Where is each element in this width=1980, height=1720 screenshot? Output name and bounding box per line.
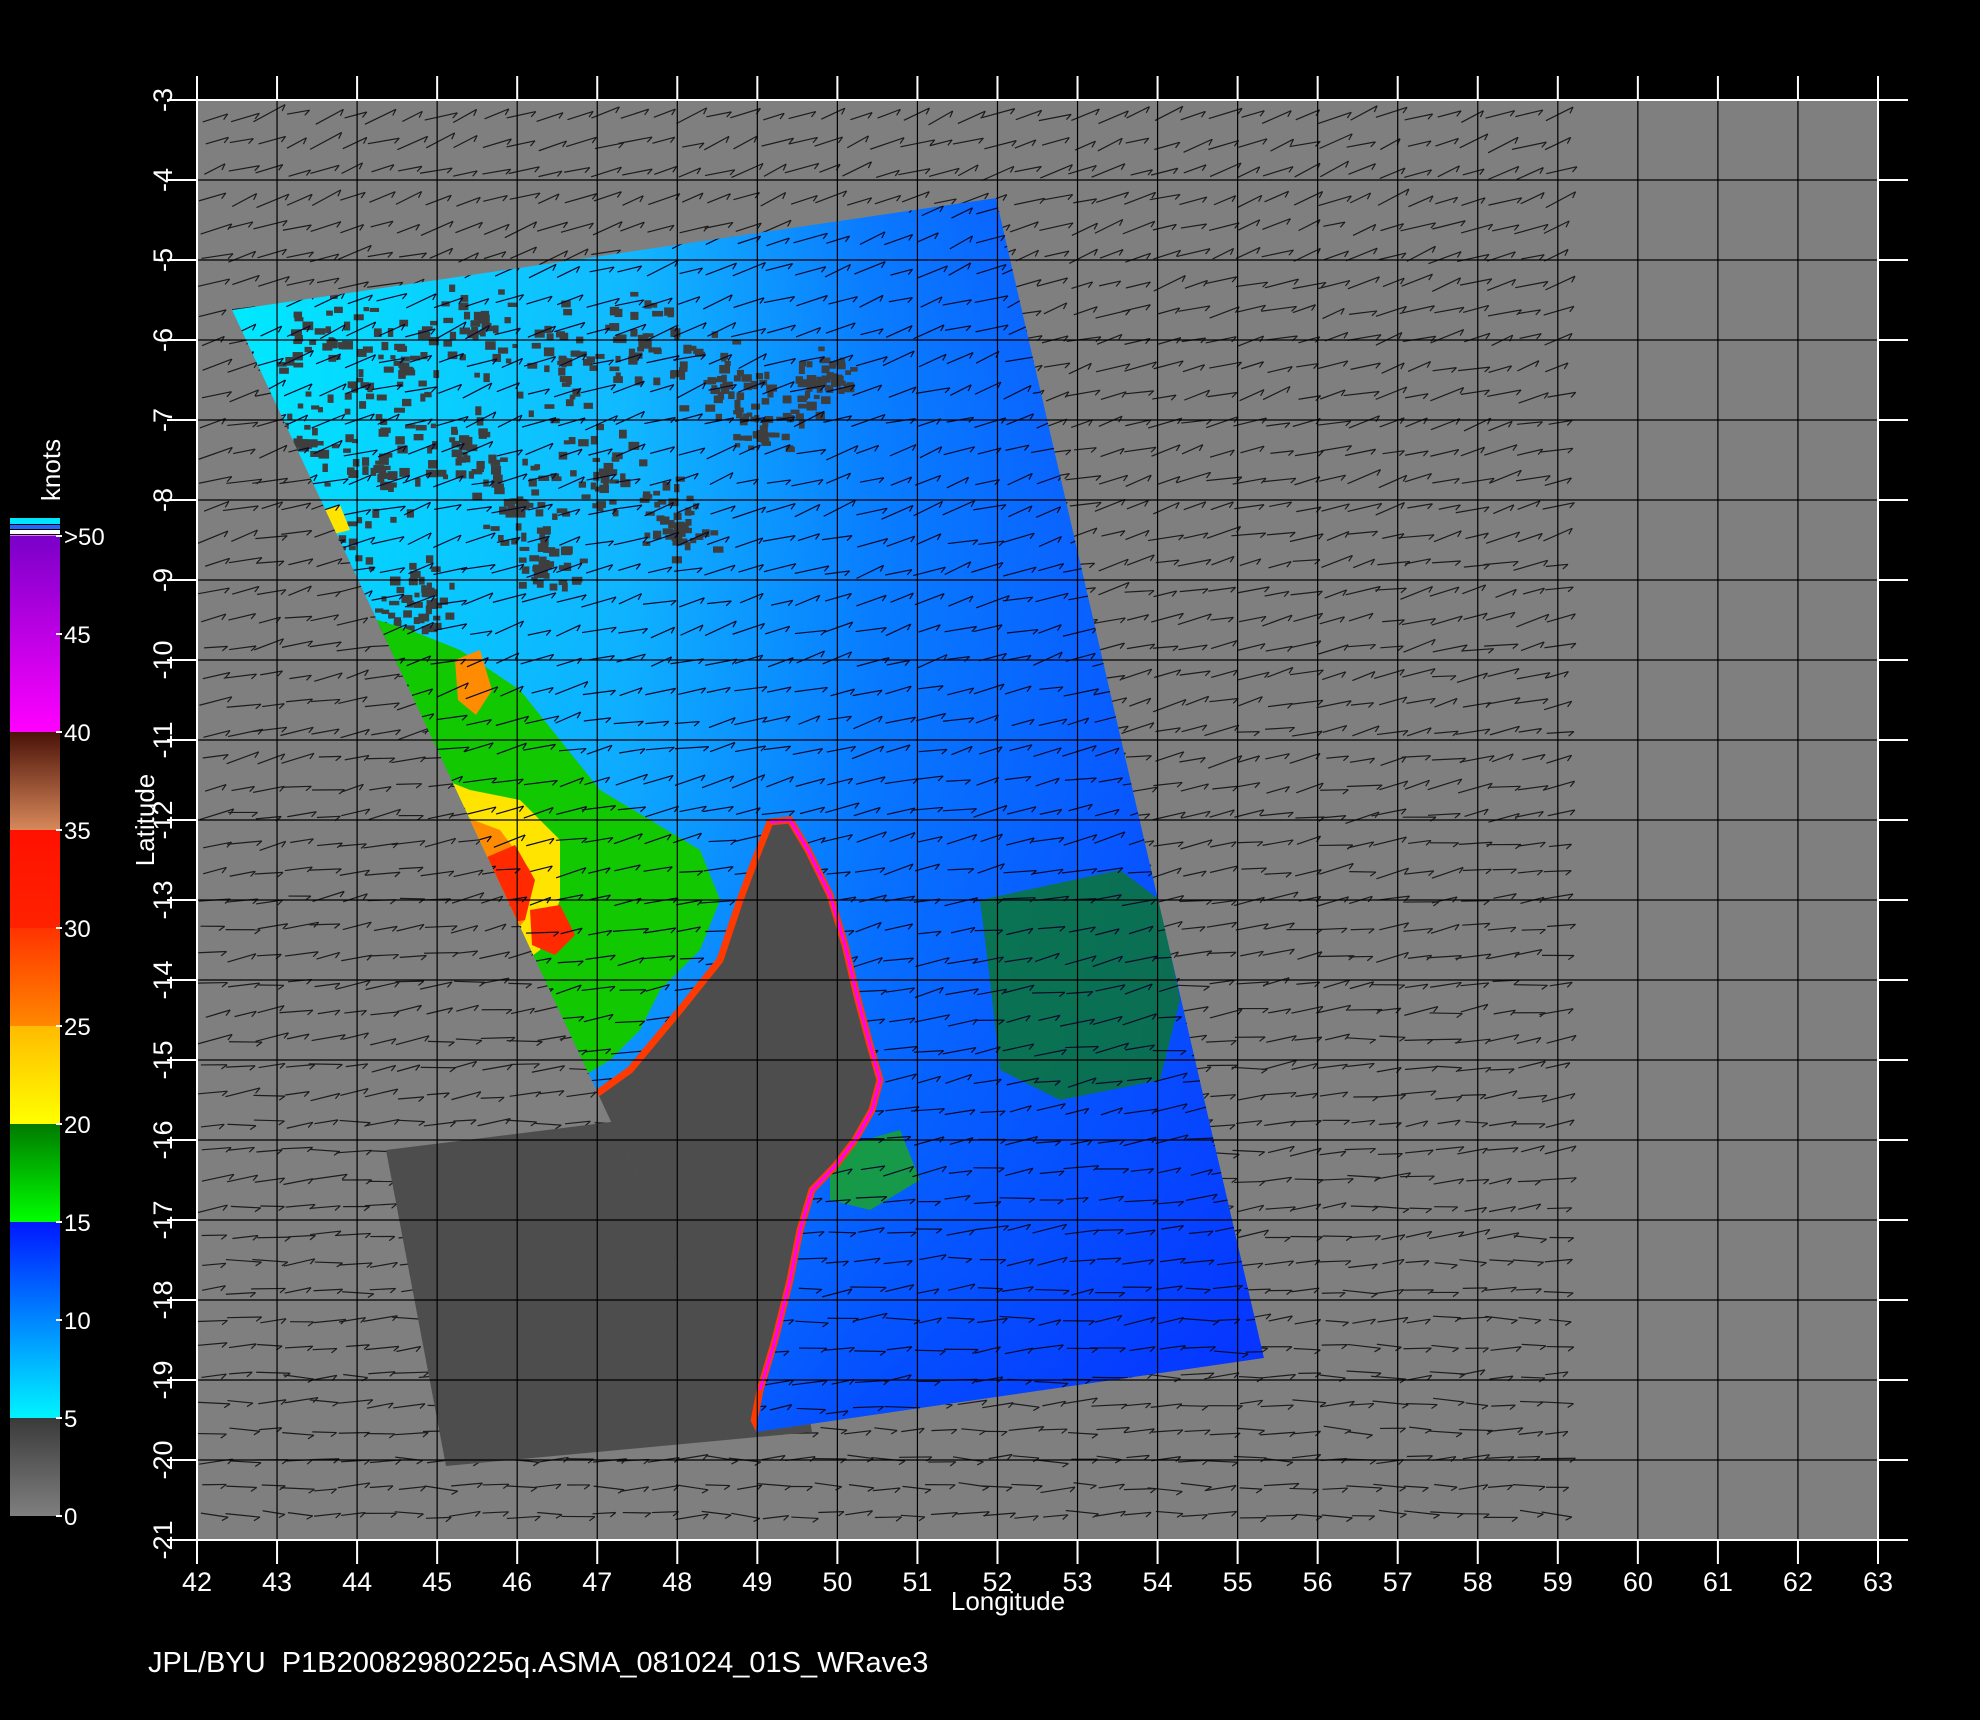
x-tick-label: 49 bbox=[742, 1567, 772, 1597]
x-tick-label: 44 bbox=[342, 1567, 372, 1597]
colorbar-label: 10 bbox=[64, 1308, 91, 1335]
colorbar-band bbox=[10, 1418, 60, 1516]
y-tick-label: -4 bbox=[148, 168, 178, 192]
colorbar-band bbox=[10, 1026, 60, 1124]
x-tick-label: 62 bbox=[1783, 1567, 1813, 1597]
y-tick-label: -8 bbox=[148, 488, 178, 512]
x-tick-label: 45 bbox=[422, 1567, 452, 1597]
colorbar-band bbox=[10, 536, 60, 732]
y-tick-label: -14 bbox=[148, 960, 178, 999]
x-tick-label: 53 bbox=[1063, 1567, 1093, 1597]
x-tick-label: 57 bbox=[1383, 1567, 1413, 1597]
y-tick-label: -21 bbox=[148, 1520, 178, 1559]
x-tick-label: 50 bbox=[822, 1567, 852, 1597]
colorbar-label: 35 bbox=[64, 818, 91, 845]
colorbar: knots >50 45 40 35 30 25 20 15 10 5 0 bbox=[10, 439, 105, 1531]
y-tick-label: -7 bbox=[148, 408, 178, 432]
colorbar-label: 45 bbox=[64, 622, 91, 649]
x-tick-label: 54 bbox=[1143, 1567, 1173, 1597]
x-axis-label: Longitude bbox=[951, 1586, 1065, 1616]
colorbar-band bbox=[10, 830, 60, 928]
x-tick-label: 46 bbox=[502, 1567, 532, 1597]
y-tick-label: -3 bbox=[148, 88, 178, 112]
y-tick-label: -18 bbox=[148, 1280, 178, 1319]
colorbar-label: 5 bbox=[64, 1406, 77, 1433]
colorbar-title: knots bbox=[36, 439, 66, 501]
colorbar-band bbox=[10, 928, 60, 1026]
y-tick-label: -19 bbox=[148, 1360, 178, 1399]
x-tick-label: 61 bbox=[1703, 1567, 1733, 1597]
colorbar-label: 25 bbox=[64, 1014, 91, 1041]
wind-map: 42 43 44 45 46 47 48 49 50 51 52 53 54 55 56 57 58 59 60 61… bbox=[10, 76, 1908, 1679]
x-tick-label: 47 bbox=[582, 1567, 612, 1597]
x-tick-label: 51 bbox=[902, 1567, 932, 1597]
x-tick-label: 42 bbox=[182, 1567, 212, 1597]
y-tick-label: -10 bbox=[148, 640, 178, 679]
colorbar-label: 30 bbox=[64, 916, 91, 943]
y-axis-label: Latitude bbox=[130, 774, 160, 867]
x-tick-label: 56 bbox=[1303, 1567, 1333, 1597]
y-tick-label: -15 bbox=[148, 1040, 178, 1079]
x-tick-label: 59 bbox=[1543, 1567, 1573, 1597]
y-tick-label: -11 bbox=[148, 721, 178, 758]
x-tick-label: 55 bbox=[1223, 1567, 1253, 1597]
colorbar-label: 40 bbox=[64, 720, 91, 747]
colorbar-label: >50 bbox=[64, 524, 105, 551]
colorbar-label: 0 bbox=[64, 1504, 77, 1531]
colorbar-band bbox=[10, 1222, 60, 1418]
y-tick-label: -9 bbox=[148, 568, 178, 592]
x-tick-label: 63 bbox=[1863, 1567, 1893, 1597]
y-tick-label: -13 bbox=[148, 880, 178, 919]
y-tick-label: -20 bbox=[148, 1440, 178, 1479]
x-tick-label: 48 bbox=[662, 1567, 692, 1597]
y-tick-label: -5 bbox=[148, 248, 178, 272]
x-tick-label: 60 bbox=[1623, 1567, 1653, 1597]
colorbar-band bbox=[10, 1124, 60, 1222]
y-tick-label: -16 bbox=[148, 1120, 178, 1159]
x-tick-label: 58 bbox=[1463, 1567, 1493, 1597]
y-tick-label: -6 bbox=[148, 328, 178, 352]
colorbar-band bbox=[10, 732, 60, 830]
footer-caption: JPL/BYU P1B20082980225q.ASMA_081024_01S_… bbox=[148, 1647, 928, 1679]
x-tick-label: 43 bbox=[262, 1567, 292, 1597]
colorbar-label: 15 bbox=[64, 1210, 91, 1237]
colorbar-label: 20 bbox=[64, 1112, 91, 1139]
y-tick-label: -17 bbox=[148, 1200, 178, 1239]
